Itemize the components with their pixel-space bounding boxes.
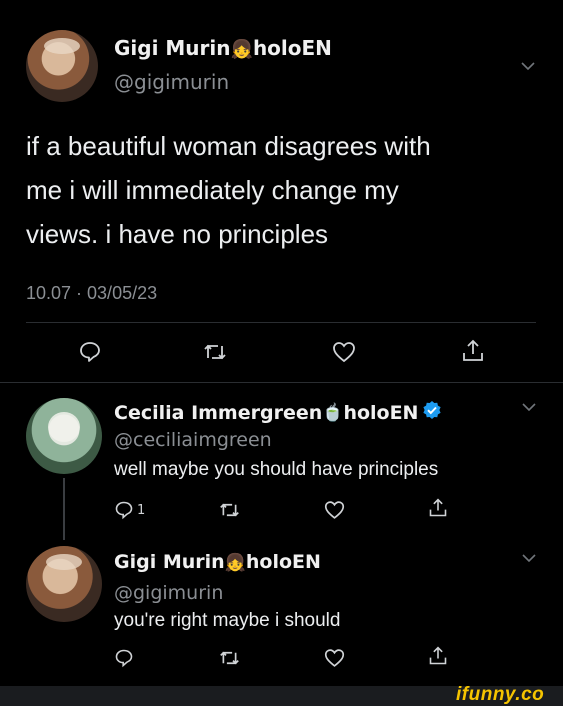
reply-1-handle[interactable]: @ceciliaimgreen <box>114 429 272 451</box>
retweet-icon[interactable] <box>219 648 240 668</box>
display-name: Gigi Murin <box>114 36 231 60</box>
main-tweet-timestamp[interactable]: 10.07 · 03/05/23 <box>26 283 157 304</box>
reply-icon[interactable]: 1 <box>114 500 145 520</box>
reply-1-name[interactable]: Cecilia Immergreen 🍵 holoEN <box>114 400 442 425</box>
main-tweet-name[interactable]: Gigi Murin👧holoEN <box>114 36 332 60</box>
retweet-icon[interactable] <box>203 341 227 363</box>
chevron-down-icon[interactable] <box>521 399 537 415</box>
divider <box>0 382 563 383</box>
name-suffix: holoEN <box>245 551 321 573</box>
share-icon[interactable] <box>428 645 448 667</box>
text-line: me i will immediately change my <box>26 175 399 205</box>
divider <box>26 322 536 323</box>
reply-2-text: you're right maybe i should <box>114 610 341 631</box>
name-suffix: holoEN <box>252 36 332 60</box>
ifunny-watermark: ifunny.co <box>456 684 545 705</box>
main-tweet-avatar[interactable] <box>26 30 98 102</box>
name-suffix: holoEN <box>343 401 419 424</box>
reply-count: 1 <box>137 502 146 518</box>
share-icon[interactable] <box>428 497 448 519</box>
main-tweet-text: if a beautiful woman disagrees with me i… <box>26 124 431 256</box>
reply-1-text: well maybe you should have principles <box>114 459 439 480</box>
display-name: Cecilia Immergreen <box>114 401 323 424</box>
text-line: views. i have no principles <box>26 219 329 249</box>
reply-icon[interactable] <box>78 340 102 364</box>
name-emoji: 👧 <box>230 39 253 60</box>
main-tweet-handle[interactable]: @gigimurin <box>114 70 229 94</box>
name-emoji: 🍵 <box>322 402 344 423</box>
display-name: Gigi Murin <box>114 551 225 573</box>
reply-1-avatar[interactable] <box>26 398 102 474</box>
reply-2-name[interactable]: Gigi Murin👧holoEN <box>114 551 321 573</box>
text-line: if a beautiful woman disagrees with <box>26 131 431 161</box>
reply-icon[interactable] <box>114 648 134 668</box>
like-icon[interactable] <box>324 648 345 668</box>
share-icon[interactable] <box>461 338 485 364</box>
chevron-down-icon[interactable] <box>520 58 536 74</box>
retweet-icon[interactable] <box>219 500 240 520</box>
thread-line <box>63 478 65 540</box>
chevron-down-icon[interactable] <box>521 550 537 566</box>
name-emoji: 👧 <box>224 553 246 573</box>
like-icon[interactable] <box>332 341 356 363</box>
like-icon[interactable] <box>324 500 345 520</box>
reply-2-handle[interactable]: @gigimurin <box>114 582 223 604</box>
reply-2-avatar[interactable] <box>26 546 102 622</box>
verified-badge-icon <box>422 400 442 425</box>
